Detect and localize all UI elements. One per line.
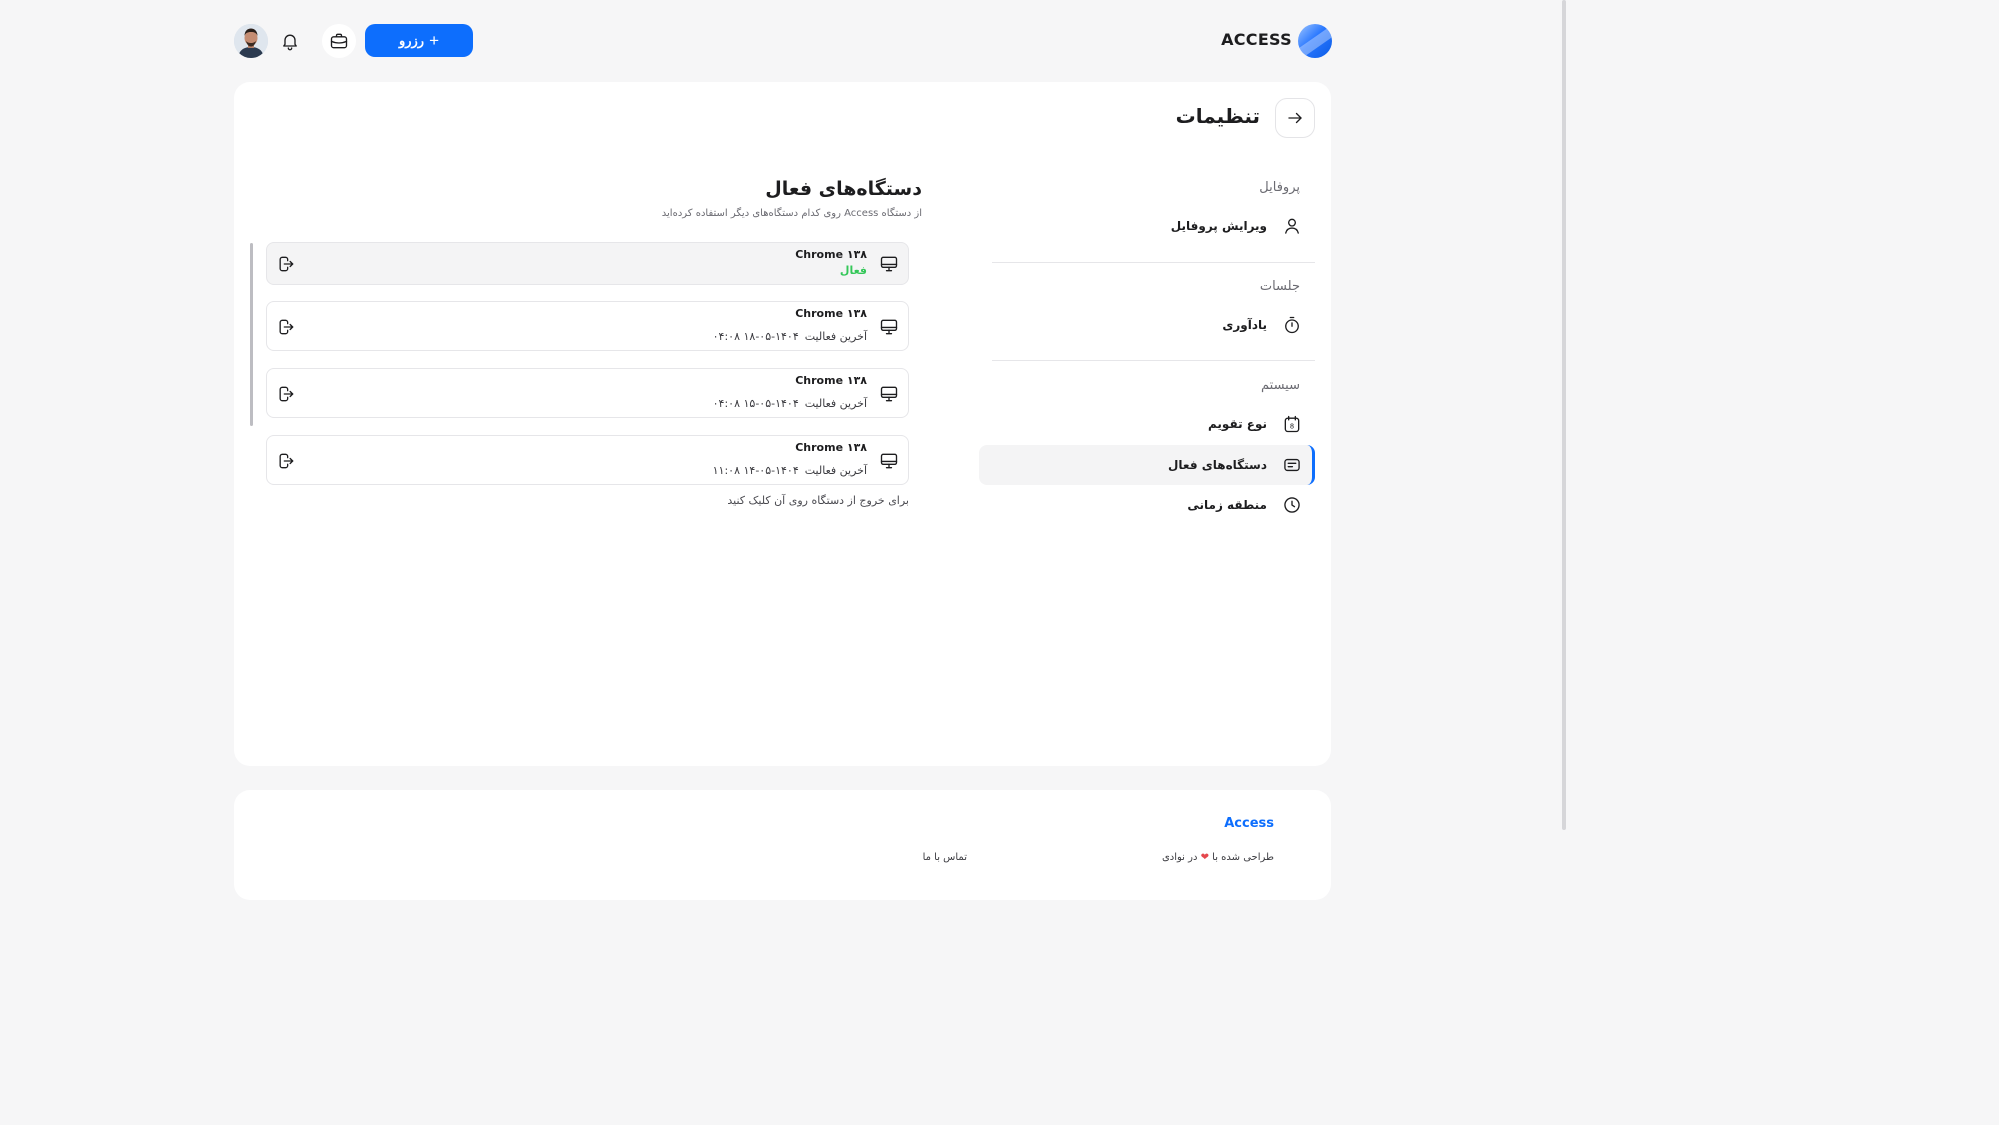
last-activity-label: آخرین فعالیت [804, 330, 867, 343]
last-activity-time: ۱۴۰۴-۰۵-۱۵ ۰۴:۰۸ [712, 397, 799, 410]
footer [234, 790, 1331, 900]
device-row[interactable]: Chrome ۱۳۸ آخرین فعالیت ۱۴۰۴-۰۵-۱۵ ۰۴:۰۸ [266, 368, 909, 418]
briefcase-icon [330, 33, 348, 49]
device-name: Chrome ۱۳۸ [795, 441, 867, 454]
logout-device-button[interactable] [275, 450, 297, 472]
devices-panel-subtitle: از دستگاه Access روی کدام دستگاه‌های دیگ… [661, 208, 922, 219]
monitor-icon [878, 383, 900, 405]
user-icon [1281, 215, 1303, 237]
bell-icon [283, 34, 297, 51]
last-activity-label: آخرین فعالیت [804, 464, 867, 477]
reserve-button[interactable]: + رزرو [365, 24, 473, 57]
sidebar-item-active-devices[interactable]: دستگاه‌های فعال [979, 445, 1315, 485]
divider [992, 360, 1315, 361]
section-label-sessions: جلسات [1259, 279, 1300, 294]
logout-hint: برای خروج از دستگاه روی آن کلیک کنید [727, 494, 909, 507]
footer-contact-link[interactable]: تماس با ما [870, 852, 967, 863]
logout-device-button[interactable] [275, 253, 297, 275]
footer-credit-prefix: طراحی شده با [1212, 852, 1274, 863]
logout-icon [279, 319, 294, 335]
device-name: Chrome ۱۳۸ [795, 307, 867, 320]
last-activity-label: آخرین فعالیت [804, 397, 867, 410]
clock-icon [1281, 494, 1303, 516]
brand-name[interactable]: ACCESS [1200, 30, 1292, 49]
device-name: Chrome ۱۳۸ [795, 248, 867, 261]
sidebar-item-label: منطقه زمانی [1187, 498, 1267, 512]
reserve-button-label: رزرو [398, 32, 425, 48]
avatar[interactable] [234, 24, 268, 58]
device-status: فعال [839, 264, 867, 277]
device-row[interactable]: Chrome ۱۳۸ آخرین فعالیت ۱۴۰۴-۰۵-۱۸ ۰۴:۰۸ [266, 301, 909, 351]
sidebar-item-calendar-type[interactable]: نوع تقویم 8 [979, 404, 1315, 444]
sidebar-item-label: ویرایش پروفایل [1170, 219, 1267, 233]
device-name: Chrome ۱۳۸ [795, 374, 867, 387]
last-activity-time: ۱۴۰۴-۰۵-۱۸ ۰۴:۰۸ [712, 330, 799, 343]
logout-icon [279, 453, 294, 469]
arrow-right-icon [1288, 112, 1302, 124]
devices-scrollbar[interactable] [250, 243, 253, 426]
sidebar-item-label: دستگاه‌های فعال [1168, 458, 1267, 472]
last-activity-time: ۱۴۰۴-۰۵-۱۴ ۱۱:۰۸ [712, 464, 799, 477]
notifications-button[interactable] [273, 24, 307, 58]
sidebar-item-timezone[interactable]: منطقه زمانی [979, 485, 1315, 525]
logout-device-button[interactable] [275, 383, 297, 405]
devices-icon [1281, 454, 1303, 476]
device-row[interactable]: Chrome ۱۳۸ آخرین فعالیت ۱۴۰۴-۰۵-۱۴ ۱۱:۰۸ [266, 435, 909, 485]
sidebar-item-label: نوع تقویم [1208, 417, 1267, 431]
briefcase-button[interactable] [322, 24, 356, 58]
monitor-icon [878, 253, 900, 275]
devices-panel-title: دستگاه‌های فعال [765, 178, 922, 200]
device-last-activity: آخرین فعالیت ۱۴۰۴-۰۵-۱۵ ۰۴:۰۸ [567, 397, 867, 410]
sidebar-item-label: یادآوری [1222, 318, 1267, 332]
divider [992, 262, 1315, 263]
device-row-current[interactable]: Chrome ۱۳۸ فعال [266, 242, 909, 285]
section-label-system: سیستم [1261, 378, 1300, 393]
brand-logo[interactable] [1298, 24, 1332, 58]
sidebar-item-reminder[interactable]: یادآوری [979, 305, 1315, 345]
device-last-activity: آخرین فعالیت ۱۴۰۴-۰۵-۱۸ ۰۴:۰۸ [567, 330, 867, 343]
monitor-icon [878, 316, 900, 338]
back-button[interactable] [1275, 98, 1315, 138]
heart-icon: ❤ [1200, 852, 1209, 863]
page-title: تنظیمات [1175, 104, 1260, 128]
sidebar-item-edit-profile[interactable]: ویرایش پروفایل [979, 206, 1315, 246]
avatar-image [234, 24, 268, 58]
svg-text:8: 8 [1290, 423, 1294, 431]
footer-brand[interactable]: Access [1180, 816, 1274, 831]
plus-icon: + [429, 31, 440, 50]
logout-device-button[interactable] [275, 316, 297, 338]
footer-credit: طراحی شده با ❤ در نوادی [1080, 852, 1274, 863]
page-scrollbar[interactable] [1562, 0, 1566, 830]
monitor-icon [878, 450, 900, 472]
timer-icon [1281, 314, 1303, 336]
logout-icon [279, 386, 294, 402]
calendar-icon: 8 [1281, 413, 1303, 435]
device-last-activity: آخرین فعالیت ۱۴۰۴-۰۵-۱۴ ۱۱:۰۸ [567, 464, 867, 477]
footer-credit-suffix: در نوادی [1161, 852, 1198, 863]
logout-icon [279, 256, 294, 272]
section-label-profile: پروفایل [1259, 180, 1300, 195]
